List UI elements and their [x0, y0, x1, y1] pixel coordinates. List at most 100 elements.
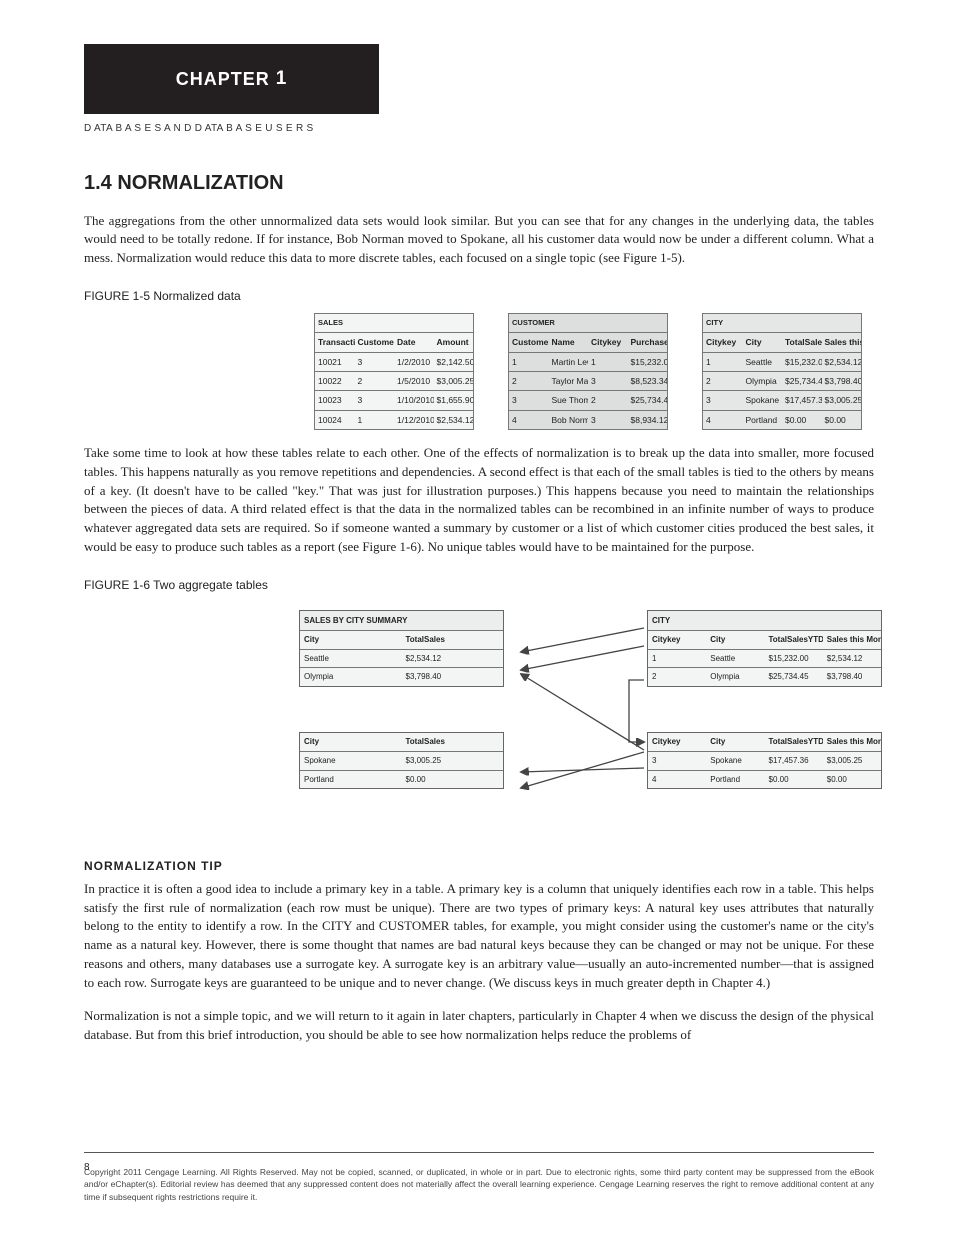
figure-1-5-caption: FIGURE 1-5 Normalized data — [84, 288, 874, 305]
fig5-table: CUSTOMERCustomerkeyNameCitykeyPurchaseYT… — [508, 313, 668, 429]
column-header: City — [300, 733, 402, 751]
cell: Spokane — [743, 391, 783, 409]
cell: 1 — [648, 650, 706, 668]
cell: Taylor Martinsen — [549, 372, 589, 390]
column-header: City — [300, 631, 402, 649]
cell: $15,232.00 — [765, 650, 823, 668]
table-row: 2Taylor Martinsen3$8,523.34 — [509, 372, 667, 391]
chapter-label: CHAPTER — [176, 66, 270, 92]
figure-1-6: SALES BY CITY SUMMARYCityTotalSalesSeatt… — [299, 602, 889, 832]
table-row: 4Bob Norman3$8,934.12 — [509, 411, 667, 429]
footer-rule — [84, 1152, 874, 1153]
cell: $15,232.00 — [628, 353, 668, 371]
cell: $8,523.34 — [628, 372, 668, 390]
column-header: Amount — [434, 333, 474, 351]
cell: Spokane — [706, 752, 764, 770]
cell: $25,734.45 — [628, 391, 668, 409]
cell: 4 — [648, 771, 706, 789]
table-row: 4Portland$0.00$0.00 — [648, 771, 881, 789]
table-row: 4Portland$0.00$0.00 — [703, 411, 861, 429]
cell: 2 — [648, 668, 706, 686]
cell: $0.00 — [765, 771, 823, 789]
cell: 3 — [703, 391, 743, 409]
fig5-table: SALESTransaction #CustomerkeyDateAmount1… — [314, 313, 474, 429]
table-row: Seattle$2,534.12 — [300, 650, 503, 669]
table-row: 1002331/10/2010$1,655.90 — [315, 391, 473, 410]
cell: $2,534.12 — [822, 353, 862, 371]
column-header: Citykey — [648, 631, 706, 649]
intro-paragraph: The aggregations from the other unnormal… — [84, 212, 874, 269]
cell: $0.00 — [782, 411, 822, 429]
column-header: Citykey — [588, 333, 628, 351]
cell: $2,534.12 — [402, 650, 504, 668]
section-heading: 1.4 NORMALIZATION — [84, 169, 874, 198]
column-header: City — [706, 631, 764, 649]
cell: 1 — [509, 353, 549, 371]
cell: $3,005.25 — [434, 372, 474, 390]
cell: 1/2/2010 — [394, 353, 434, 371]
cell: $0.00 — [402, 771, 504, 789]
table-row: 1002221/5/2010$3,005.25 — [315, 372, 473, 391]
tip-heading: NORMALIZATION TIP — [84, 858, 874, 875]
table-row: 1Martin Lewis1$15,232.00 — [509, 353, 667, 372]
table-row: Olympia$3,798.40 — [300, 668, 503, 686]
cell: 2 — [703, 372, 743, 390]
fig6-table: SALES BY CITY SUMMARYCityTotalSalesSeatt… — [299, 610, 504, 686]
column-header: Name — [549, 333, 589, 351]
table-title: CITY — [703, 314, 861, 333]
column-header: PurchaseYTD — [628, 333, 668, 351]
cell: 3 — [509, 391, 549, 409]
table-row: Portland$0.00 — [300, 771, 503, 789]
table-title: SALES BY CITY SUMMARY — [300, 611, 503, 631]
cell: 2 — [509, 372, 549, 390]
column-header: TotalSalesYTD — [765, 733, 823, 751]
cell: $15,232.00 — [782, 353, 822, 371]
table-row: 3Spokane$17,457.36$3,005.25 — [703, 391, 861, 410]
column-header: Citykey — [648, 733, 706, 751]
chapter-badge: CHAPTER 1 — [84, 44, 379, 114]
cell: 3 — [588, 372, 628, 390]
cell: Seattle — [743, 353, 783, 371]
cell: $3,005.25 — [402, 752, 504, 770]
cell: 1/12/2010 — [394, 411, 434, 429]
cell: 3 — [648, 752, 706, 770]
cell: 1 — [703, 353, 743, 371]
table-row: 1Seattle$15,232.00$2,534.12 — [703, 353, 861, 372]
figure-1-5: SALESTransaction #CustomerkeyDateAmount1… — [314, 313, 874, 429]
cell: Spokane — [300, 752, 402, 770]
table-row: 2Olympia$25,734.45$3,798.40 — [648, 668, 881, 686]
column-header: City — [743, 333, 783, 351]
paragraph-2: Take some time to look at how these tabl… — [84, 444, 874, 557]
cell: 1 — [355, 411, 395, 429]
cell: 10024 — [315, 411, 355, 429]
cell: 10023 — [315, 391, 355, 409]
cell: $0.00 — [823, 771, 881, 789]
cell: 1/5/2010 — [394, 372, 434, 390]
column-header: City — [706, 733, 764, 751]
column-header: TotalSales — [402, 733, 504, 751]
fig6-table: CityTotalSalesSpokane$3,005.25Portland$0… — [299, 732, 504, 789]
cell: Bob Norman — [549, 411, 589, 429]
cell: 3 — [588, 411, 628, 429]
cell: $3,798.40 — [822, 372, 862, 390]
column-header: Date — [394, 333, 434, 351]
cell: $2,534.12 — [434, 411, 474, 429]
cell: $17,457.36 — [782, 391, 822, 409]
cell: 3 — [355, 391, 395, 409]
cell: Martin Lewis — [549, 353, 589, 371]
column-header: Transaction # — [315, 333, 355, 351]
column-header: Customerkey — [509, 333, 549, 351]
cell: $17,457.36 — [765, 752, 823, 770]
column-header: TotalSalesYTD — [765, 631, 823, 649]
chapter-number: 1 — [276, 65, 288, 93]
cell: 2 — [588, 391, 628, 409]
column-header: TotalSalesYTD — [782, 333, 822, 351]
table-title: CUSTOMER — [509, 314, 667, 333]
cell: 1/10/2010 — [394, 391, 434, 409]
table-row: 3Spokane$17,457.36$3,005.25 — [648, 752, 881, 771]
cell: 4 — [509, 411, 549, 429]
cell: $25,734.45 — [765, 668, 823, 686]
cell: Seattle — [300, 650, 402, 668]
cell: $3,005.25 — [823, 752, 881, 770]
cell: 4 — [703, 411, 743, 429]
